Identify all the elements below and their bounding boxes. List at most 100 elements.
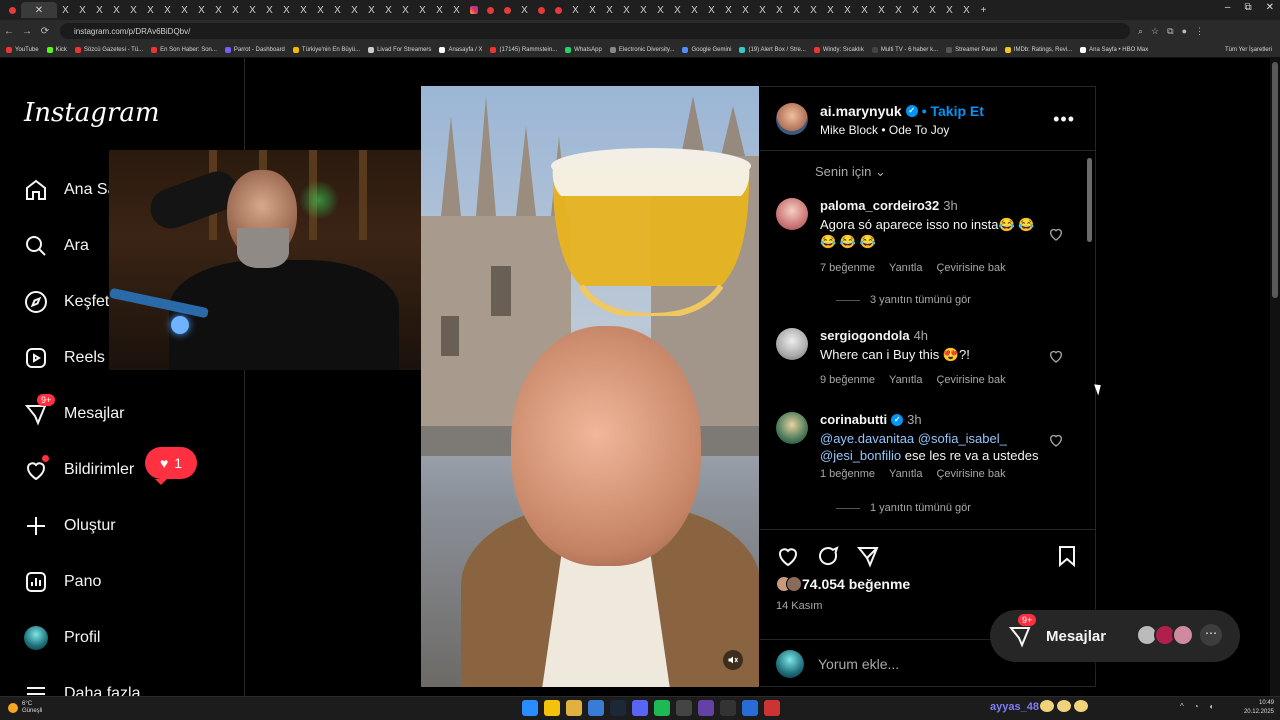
bookmark[interactable]: Sözcü Gazetesi - Tü...	[74, 46, 143, 53]
tab[interactable]: X	[907, 2, 924, 18]
network-icon[interactable]: ◔	[1194, 702, 1199, 711]
sidebar-item-notifications[interactable]: Bildirimler	[24, 455, 134, 482]
sidebar-item-explore[interactable]: Keşfet	[24, 290, 109, 314]
tab[interactable]: X	[703, 2, 720, 18]
tab[interactable]: X	[601, 2, 618, 18]
weather-widget[interactable]: 6°C Güneşli	[8, 701, 42, 715]
reply-button[interactable]: Yanıtla	[889, 468, 922, 480]
bookmark[interactable]: En Son Haber: Son...	[151, 46, 217, 53]
post-video[interactable]	[421, 86, 759, 687]
comment-likes[interactable]: 9 beğenme	[820, 374, 875, 386]
comment-username[interactable]: corinabutti	[820, 412, 887, 427]
audio-track[interactable]: Mike Block • Ode To Joy	[820, 123, 949, 137]
bookmark[interactable]: (19) Alert Box / Stre...	[739, 46, 806, 53]
tab[interactable]: X	[261, 2, 278, 18]
bookmark[interactable]: Anasayfa / X	[439, 46, 482, 53]
bookmark[interactable]: YouTube	[6, 46, 39, 53]
view-replies[interactable]: 3 yanıtın tümünü gör	[836, 294, 971, 306]
discord-icon[interactable]	[632, 700, 648, 716]
translate-button[interactable]: Çevirisine bak	[936, 468, 1005, 480]
app-icon[interactable]	[764, 700, 780, 716]
avatar[interactable]	[776, 328, 808, 360]
sidebar-item-profile[interactable]: Profil	[24, 626, 100, 650]
app-icon[interactable]	[588, 700, 604, 716]
new-tab-button[interactable]: +	[975, 2, 992, 18]
tab[interactable]: X	[788, 2, 805, 18]
avatar[interactable]	[776, 198, 808, 230]
reply-button[interactable]: Yanıtla	[889, 262, 922, 274]
avatar[interactable]	[776, 412, 808, 444]
sidebar-item-search[interactable]: Ara	[24, 234, 89, 258]
tab[interactable]: X	[771, 2, 788, 18]
translate-button[interactable]: Çevirisine bak	[936, 374, 1005, 386]
author-username[interactable]: ai.marynyuk	[820, 103, 902, 119]
sidebar-item-dashboard[interactable]: Pano	[24, 570, 101, 594]
follow-button[interactable]: • Takip Et	[922, 103, 984, 119]
tab[interactable]: X	[958, 2, 975, 18]
tab[interactable]: X	[414, 2, 431, 18]
tab[interactable]: X	[363, 2, 380, 18]
messages-floating-button[interactable]: 9+ Mesajlar ⋯	[990, 610, 1240, 662]
bookmark[interactable]: (17145) Rammstein...	[490, 46, 557, 53]
sidebar-item-reels[interactable]: Reels	[24, 346, 105, 370]
bookmark[interactable]: Livad For Streamers	[368, 46, 431, 53]
bookmark-star-icon[interactable]: ☆	[1151, 26, 1159, 37]
like-summary[interactable]: 74.054 beğenme	[776, 576, 910, 592]
system-clock[interactable]: 10:49 20.12.2025	[1244, 699, 1274, 717]
tab[interactable]: X	[210, 2, 227, 18]
tab[interactable]: X	[346, 2, 363, 18]
spotify-icon[interactable]	[654, 700, 670, 716]
page-scrollbar[interactable]	[1270, 58, 1280, 696]
bookmark[interactable]: IMDb: Ratings, Revi...	[1004, 46, 1072, 53]
tab[interactable]: X	[516, 2, 533, 18]
tab[interactable]: X	[125, 2, 142, 18]
profile-icon[interactable]: ●	[1182, 26, 1187, 37]
bookmark[interactable]: Streamer Panel	[946, 46, 997, 53]
tab[interactable]: X	[839, 2, 856, 18]
tab-youtube[interactable]	[499, 2, 516, 18]
tab-active[interactable]: ✕	[21, 2, 57, 18]
tab-youtube[interactable]	[550, 2, 567, 18]
tab[interactable]: X	[924, 2, 941, 18]
share-icon[interactable]	[856, 544, 880, 568]
tab[interactable]: X	[856, 2, 873, 18]
tab[interactable]: X	[108, 2, 125, 18]
scrollbar-thumb[interactable]	[1087, 158, 1092, 242]
tab-instagram[interactable]	[465, 2, 482, 18]
back-icon[interactable]: ←	[0, 26, 18, 37]
mention-link[interactable]: @sofia_isabel_	[918, 431, 1007, 446]
tab[interactable]: X	[720, 2, 737, 18]
tab[interactable]: X	[805, 2, 822, 18]
tab[interactable]: X	[74, 2, 91, 18]
bookmark[interactable]: Electronic Diversity...	[609, 46, 674, 53]
tab[interactable]: X	[227, 2, 244, 18]
tab[interactable]: X	[635, 2, 652, 18]
tab[interactable]: X	[737, 2, 754, 18]
forward-icon[interactable]: →	[18, 26, 36, 37]
minimize-icon[interactable]: –	[1225, 2, 1231, 13]
like-heart-icon[interactable]	[776, 544, 800, 568]
close-icon[interactable]: ✕	[1266, 2, 1274, 13]
tab[interactable]: X	[873, 2, 890, 18]
tab[interactable]: X	[567, 2, 584, 18]
bookmark[interactable]: Google Gemini	[682, 46, 731, 53]
mention-link[interactable]: @jesi_bonfilio	[820, 448, 901, 463]
more-options-icon[interactable]: ⋯	[1200, 624, 1222, 646]
tab-favicon[interactable]	[4, 2, 21, 18]
tab[interactable]: X	[329, 2, 346, 18]
comment-likes[interactable]: 1 beğenme	[820, 468, 875, 480]
comment-icon[interactable]	[816, 544, 840, 568]
folder-icon[interactable]	[566, 700, 582, 716]
app-icon[interactable]	[676, 700, 692, 716]
bookmark[interactable]: Ana Sayfa • HBO Max	[1080, 46, 1148, 53]
tab[interactable]: X	[176, 2, 193, 18]
tab[interactable]: X	[822, 2, 839, 18]
tab[interactable]: X	[142, 2, 159, 18]
tab[interactable]: X	[686, 2, 703, 18]
tab[interactable]: X	[91, 2, 108, 18]
zoom-icon[interactable]: ⌕	[1138, 26, 1143, 37]
tab[interactable]: X	[312, 2, 329, 18]
reply-button[interactable]: Yanıtla	[889, 374, 922, 386]
bookmark[interactable]: Kick	[46, 46, 67, 53]
sidebar-item-create[interactable]: Oluştur	[24, 514, 116, 538]
